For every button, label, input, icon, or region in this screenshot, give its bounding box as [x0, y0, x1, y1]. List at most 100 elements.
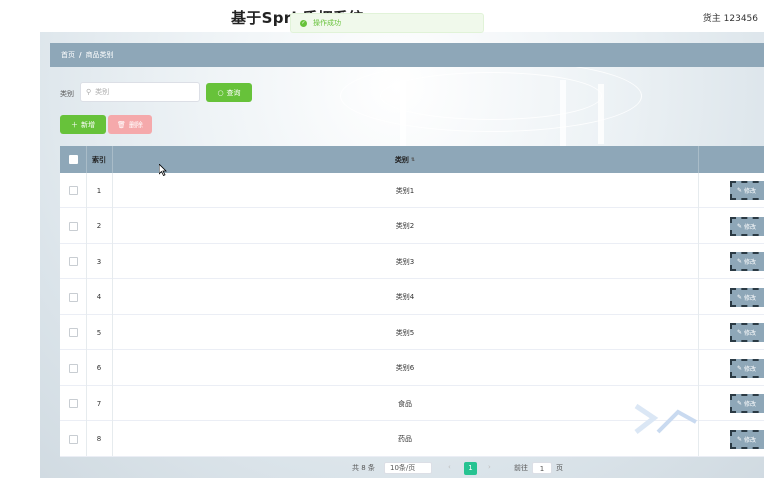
row-category: 类别4 [395, 293, 415, 301]
row-checkbox[interactable] [68, 399, 78, 408]
edit-button[interactable]: ✎ 修改 [730, 181, 764, 200]
goto-label: 前往 [514, 464, 528, 472]
user-label[interactable]: 货主 123456 [703, 11, 758, 24]
edit-icon: ✎ [737, 364, 743, 372]
select-all-cell [60, 146, 86, 173]
page-number-current[interactable]: 1 [464, 462, 477, 475]
next-page-icon[interactable]: › [488, 463, 491, 471]
search-placeholder: 类别 [95, 88, 110, 96]
table-row: 5 类别5 ✎ 修改 [60, 315, 764, 350]
row-index: 7 [96, 399, 102, 408]
pagination-total: 共 8 条 [352, 464, 375, 472]
row-category: 食品 [398, 399, 412, 408]
edit-button[interactable]: ✎ 修改 [730, 394, 764, 413]
row-checkbox[interactable] [68, 221, 78, 231]
prev-page-icon[interactable]: ‹ [448, 463, 451, 471]
row-index: 2 [96, 222, 102, 230]
row-category: 类别6 [395, 364, 415, 372]
sort-icon[interactable]: ⇅ [411, 157, 415, 163]
edit-label: 修改 [744, 365, 757, 373]
breadcrumb-home[interactable]: 首页 [61, 50, 75, 60]
edit-button[interactable]: ✎ 修改 [730, 358, 764, 378]
edit-button[interactable]: ✎ 修改 [730, 323, 764, 342]
goto-input[interactable]: 1 [532, 462, 552, 474]
add-button[interactable]: ＋ 新增 [60, 115, 106, 134]
column-header-category-label: 类别 [394, 155, 409, 164]
watermark-logo-icon [634, 403, 697, 434]
check-circle-icon: ✓ [300, 19, 307, 27]
background-decoration [380, 72, 602, 120]
edit-label: 修改 [744, 259, 757, 266]
mouse-cursor-icon [159, 164, 167, 176]
trash-icon: 🗑 [117, 120, 126, 129]
search-icon: ○ [217, 88, 224, 97]
edit-icon: ✎ [737, 329, 743, 336]
delete-button[interactable]: 🗑 删除 [108, 115, 152, 134]
edit-button[interactable]: ✎ 修改 [730, 252, 764, 271]
column-header-actions [698, 146, 764, 173]
edit-icon: ✎ [737, 258, 743, 265]
breadcrumb-separator: / [79, 51, 82, 59]
row-category: 类别5 [395, 328, 415, 337]
edit-label: 修改 [744, 223, 757, 231]
add-label: 新增 [81, 120, 95, 129]
background-decoration [560, 80, 566, 150]
search-icon: ⚲ [86, 88, 92, 96]
row-index: 3 [96, 257, 102, 266]
search-input[interactable]: ⚲ 类别 [80, 82, 200, 102]
background-decoration [598, 84, 604, 144]
edit-button[interactable]: ✎ 修改 [730, 429, 764, 449]
row-checkbox[interactable] [68, 328, 78, 337]
row-index: 4 [96, 293, 102, 301]
column-divider [86, 146, 87, 173]
table-row: 1 类别1 ✎ 修改 [60, 173, 764, 208]
edit-label: 修改 [744, 188, 757, 195]
table-row: 3 类别3 ✎ 修改 [60, 244, 764, 279]
row-index: 8 [96, 435, 102, 443]
row-select-cell [60, 315, 86, 350]
edit-icon: ✎ [737, 222, 743, 230]
page-suffix: 页 [556, 464, 563, 472]
left-panel [0, 32, 40, 478]
row-checkbox[interactable] [68, 434, 78, 444]
row-index: 5 [96, 328, 102, 337]
toast-message: 操作成功 [313, 19, 341, 27]
row-index: 1 [96, 186, 102, 195]
column-divider [112, 146, 113, 173]
table-row: 4 类别4 ✎ 修改 [60, 280, 764, 315]
table-row: 2 类别2 ✎ 修改 [60, 209, 764, 244]
column-divider [86, 173, 87, 456]
background-decoration [400, 80, 406, 150]
row-category: 类别3 [395, 257, 415, 266]
row-checkbox[interactable] [68, 186, 78, 195]
row-category: 类别2 [395, 222, 415, 230]
row-category: 药品 [398, 435, 412, 443]
query-button[interactable]: ○ 查询 [206, 83, 252, 102]
row-select-cell [60, 386, 86, 421]
edit-icon: ✎ [737, 435, 743, 443]
edit-button[interactable]: ✎ 修改 [730, 287, 764, 307]
row-select-cell [60, 280, 86, 315]
edit-button[interactable]: ✎ 修改 [730, 216, 764, 236]
row-checkbox[interactable] [68, 292, 78, 302]
edit-label: 修改 [744, 294, 757, 302]
row-select-cell [60, 173, 86, 208]
select-all-checkbox[interactable] [68, 155, 78, 164]
breadcrumb-current: 商品类别 [85, 51, 114, 59]
edit-label: 修改 [744, 330, 757, 337]
page-size-select[interactable]: 10条/页 [384, 462, 432, 474]
plus-icon: ＋ [71, 120, 78, 129]
edit-icon: ✎ [737, 187, 743, 194]
row-checkbox[interactable] [68, 363, 78, 373]
edit-icon: ✎ [737, 293, 743, 301]
row-checkbox[interactable] [68, 257, 78, 266]
breadcrumb: 首页 / 商品类别 [50, 43, 764, 67]
row-select-cell [60, 244, 86, 279]
search-label: 类别 [60, 90, 74, 98]
success-toast: ✓ 操作成功 [290, 13, 484, 33]
column-header-category[interactable]: 类别 ⇅ [112, 146, 698, 173]
row-select-cell [60, 351, 86, 386]
column-header-index: 索引 [92, 155, 106, 164]
pagination: 共 8 条 10条/页 ‹ 1 › 前往 1 页 [0, 460, 764, 478]
column-divider [112, 173, 113, 456]
